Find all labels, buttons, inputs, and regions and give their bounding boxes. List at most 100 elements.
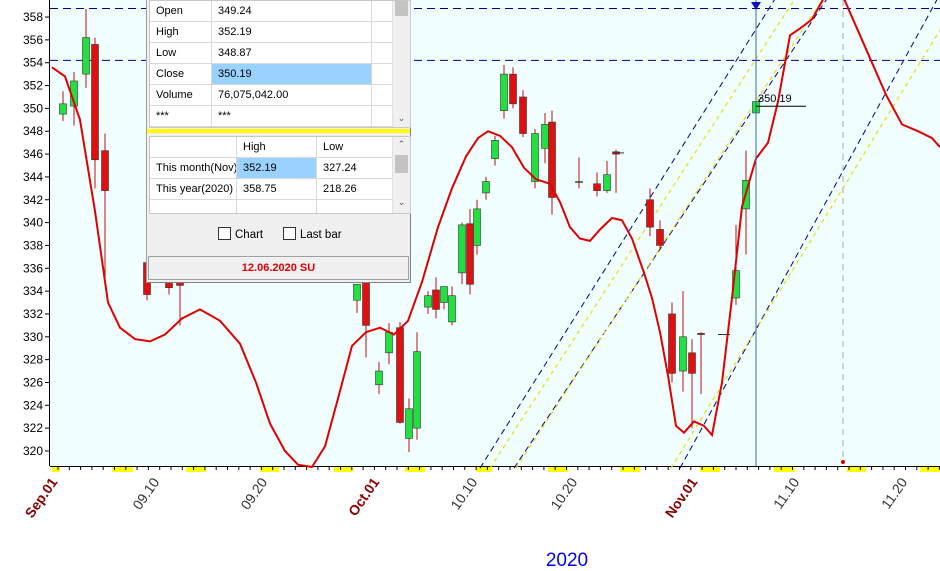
y-tick-label: 350 [23, 101, 43, 115]
ohlc-value[interactable]: 352.19 [212, 22, 372, 42]
yellow-marker [847, 467, 866, 472]
candle-up [405, 408, 413, 439]
x-axis-ticks: Sep.01 09.10 09.20 Oct.01 10.10 10.20 Nov.01 11… [21, 474, 910, 520]
x-tick-label: 10.10 [447, 474, 480, 512]
range-low-value[interactable]: 327.24 [317, 158, 395, 178]
chevron-up-icon[interactable]: ⌃ [393, 139, 410, 150]
range-header-high: High [237, 137, 317, 157]
candle-down [697, 333, 705, 335]
y-tick-label: 342 [23, 193, 43, 207]
candle-up [473, 208, 481, 246]
candle-down [509, 73, 517, 105]
candle-up [541, 124, 549, 149]
yellow-marker [920, 467, 940, 472]
range-table: High Low This month(Nov) 352.19 327.24 T… [149, 136, 411, 214]
candle-down [466, 223, 474, 285]
ohlc-row[interactable]: Low 348.87 [150, 43, 395, 64]
candle-down [688, 352, 696, 374]
yellow-marker [52, 467, 60, 472]
checkbox-box[interactable] [283, 227, 296, 240]
yellow-marker [260, 467, 279, 472]
range-empty-cell [237, 200, 317, 213]
x-tick-label: 11.10 [770, 474, 803, 511]
candle-down [656, 229, 664, 246]
ohlc-row[interactable]: Close 350.19 [150, 64, 395, 85]
candle-up [458, 224, 466, 274]
last-price-label: 350.19 [758, 93, 792, 105]
candle-down [593, 183, 601, 191]
ohlc-label: Close [150, 64, 212, 84]
ohlc-label: Low [150, 43, 212, 63]
yellow-marker [548, 467, 568, 472]
last-bar-checkbox-label: Last bar [300, 229, 342, 241]
range-high-value[interactable]: 352.19 [237, 158, 317, 178]
range-row-year[interactable]: This year(2020) 358.75 218.26 [150, 179, 395, 200]
candle-up [440, 286, 448, 303]
range-empty-cell [317, 200, 395, 213]
yellow-marker [700, 467, 720, 472]
range-row-empty [150, 200, 395, 213]
last-bar-checkbox[interactable]: Last bar [283, 227, 342, 241]
range-label: This month(Nov) [150, 158, 237, 178]
range-header-row: High Low [150, 137, 395, 158]
x-tick-label: 09.10 [129, 474, 162, 512]
candle-up [603, 174, 611, 191]
ohlc-label: *** [150, 106, 212, 126]
ohlc-label: Open [150, 1, 212, 21]
yellow-marker [334, 467, 353, 472]
range-scrollbar[interactable]: ⌃ ⌄ [392, 137, 410, 213]
candle-up [531, 133, 539, 182]
checkbox-box[interactable] [218, 227, 231, 240]
y-tick-label: 330 [23, 330, 43, 344]
x-tick-label: Nov.01 [662, 474, 701, 520]
y-tick-label: 358 [23, 10, 43, 24]
chart-checkbox[interactable]: Chart [218, 227, 263, 241]
y-tick-label: 348 [23, 124, 43, 138]
candle-up [448, 295, 456, 323]
y-tick-label: 322 [23, 421, 43, 435]
ohlc-label: High [150, 22, 212, 42]
ohlc-scroll-thumb[interactable] [395, 1, 408, 16]
range-high-value[interactable]: 358.75 [237, 179, 317, 199]
date-status: 12.06.2020 SU [148, 256, 409, 280]
range-row-month[interactable]: This month(Nov) 352.19 327.24 [150, 158, 395, 179]
year-label: 2020 [546, 550, 588, 571]
ohlc-row[interactable]: Volume 76,075,042.00 [150, 85, 395, 106]
range-scroll-thumb[interactable] [395, 155, 408, 173]
candle-down [668, 313, 676, 374]
ohlc-row[interactable]: *** *** [150, 106, 395, 127]
candle-up [353, 283, 361, 301]
y-tick-label: 356 [23, 33, 43, 47]
ohlc-value[interactable]: 348.87 [212, 43, 372, 63]
ohlc-value[interactable]: 350.19 [212, 64, 372, 84]
candle-down [432, 289, 440, 310]
price-chart[interactable]: 320 322 324 326 328 330 332 334 336 338 340 342 344 3… [0, 0, 940, 571]
yellow-marker [186, 467, 206, 472]
y-tick-label: 334 [23, 284, 43, 298]
ohlc-table: Open 349.24 High 352.19 Low 348.87 Close 350.19… [149, 0, 411, 128]
candle-up [575, 181, 583, 183]
y-tick-label: 326 [23, 375, 43, 389]
ohlc-value[interactable]: 76,075,042.00 [212, 85, 372, 105]
candle-up [59, 103, 67, 115]
y-tick-label: 324 [23, 398, 43, 412]
chevron-down-icon[interactable]: ⌄ [393, 113, 410, 124]
ohlc-row[interactable]: High 352.19 [150, 22, 395, 43]
candle-up [482, 181, 490, 194]
range-label: This year(2020) [150, 179, 237, 199]
ohlc-value[interactable]: 349.24 [212, 1, 372, 21]
ohlc-scrollbar[interactable]: ⌄ [392, 1, 410, 127]
ohlc-value[interactable]: *** [212, 106, 372, 126]
chevron-down-icon[interactable]: ⌄ [393, 197, 410, 208]
range-empty-cell [150, 200, 237, 213]
x-tick-label: 09.20 [237, 474, 270, 512]
candle-down [519, 96, 527, 134]
candle-up [375, 370, 383, 386]
candle-up [500, 73, 508, 111]
yellow-marker [112, 467, 133, 472]
y-tick-label: 346 [23, 147, 43, 161]
range-header-low: Low [317, 137, 395, 157]
panel-divider[interactable] [147, 129, 410, 133]
ohlc-row[interactable]: Open 349.24 [150, 1, 395, 22]
range-low-value[interactable]: 218.26 [317, 179, 395, 199]
